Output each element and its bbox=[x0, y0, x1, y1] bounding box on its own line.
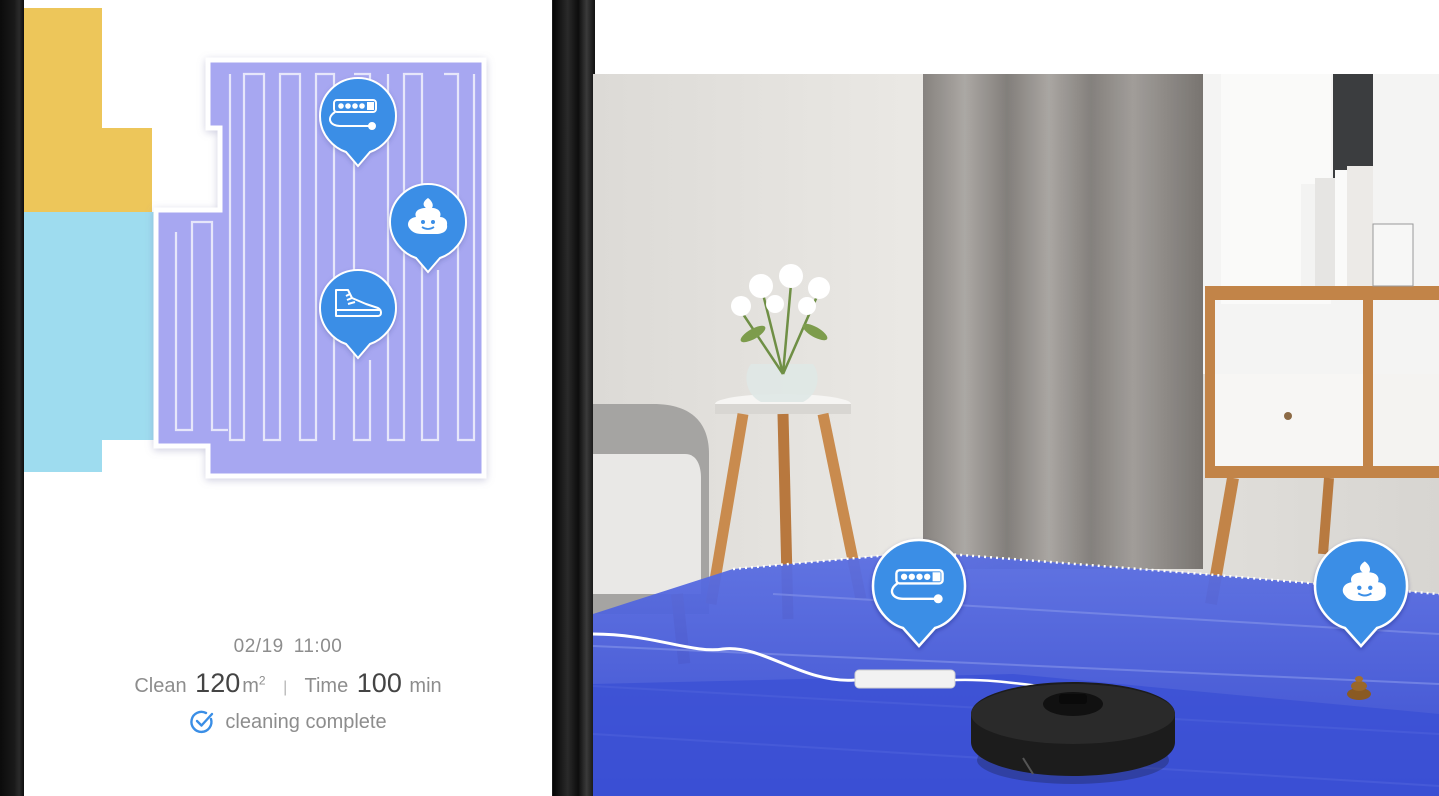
clean-area-unit: m2 bbox=[242, 673, 266, 697]
cleaning-status: cleaning complete bbox=[189, 709, 387, 735]
clean-time-unit: min bbox=[409, 675, 442, 697]
ar-room-view bbox=[593, 74, 1439, 796]
map-room-cyan[interactable] bbox=[24, 212, 156, 472]
cleaning-time: 11:00 bbox=[293, 636, 343, 657]
cleaning-stats: Clean 120 m2 | Time 100 min bbox=[24, 668, 552, 699]
cleaning-status-text: cleaning complete bbox=[225, 710, 387, 733]
stage: 02/19 11:00 Clean 120 m2 | Time 100 min cl… bbox=[0, 0, 1439, 796]
phone-left: 02/19 11:00 Clean 120 m2 | Time 100 min cl… bbox=[0, 0, 560, 796]
phone-bezel-right-device bbox=[553, 0, 595, 796]
cleaning-date: 02/19 bbox=[233, 636, 284, 657]
phone-bezel-left bbox=[0, 0, 24, 796]
clean-area-label: Clean bbox=[134, 675, 187, 697]
phone-right bbox=[553, 0, 1439, 796]
clean-area-unit-sup: 2 bbox=[258, 673, 266, 688]
clean-area-unit-base: m bbox=[242, 675, 259, 697]
ar-room-scene bbox=[593, 74, 1439, 796]
cleaning-summary: 02/19 11:00 Clean 120 m2 | Time 100 min cl… bbox=[24, 636, 552, 740]
clean-area-value: 120 bbox=[195, 668, 241, 698]
clean-time-label: Time bbox=[304, 675, 349, 697]
cleaning-datetime: 02/19 11:00 bbox=[24, 636, 552, 658]
map-room-yellow[interactable] bbox=[24, 8, 152, 212]
stats-separator: | bbox=[283, 679, 288, 696]
clean-time-value: 100 bbox=[356, 668, 402, 698]
check-circle-icon bbox=[190, 710, 214, 734]
